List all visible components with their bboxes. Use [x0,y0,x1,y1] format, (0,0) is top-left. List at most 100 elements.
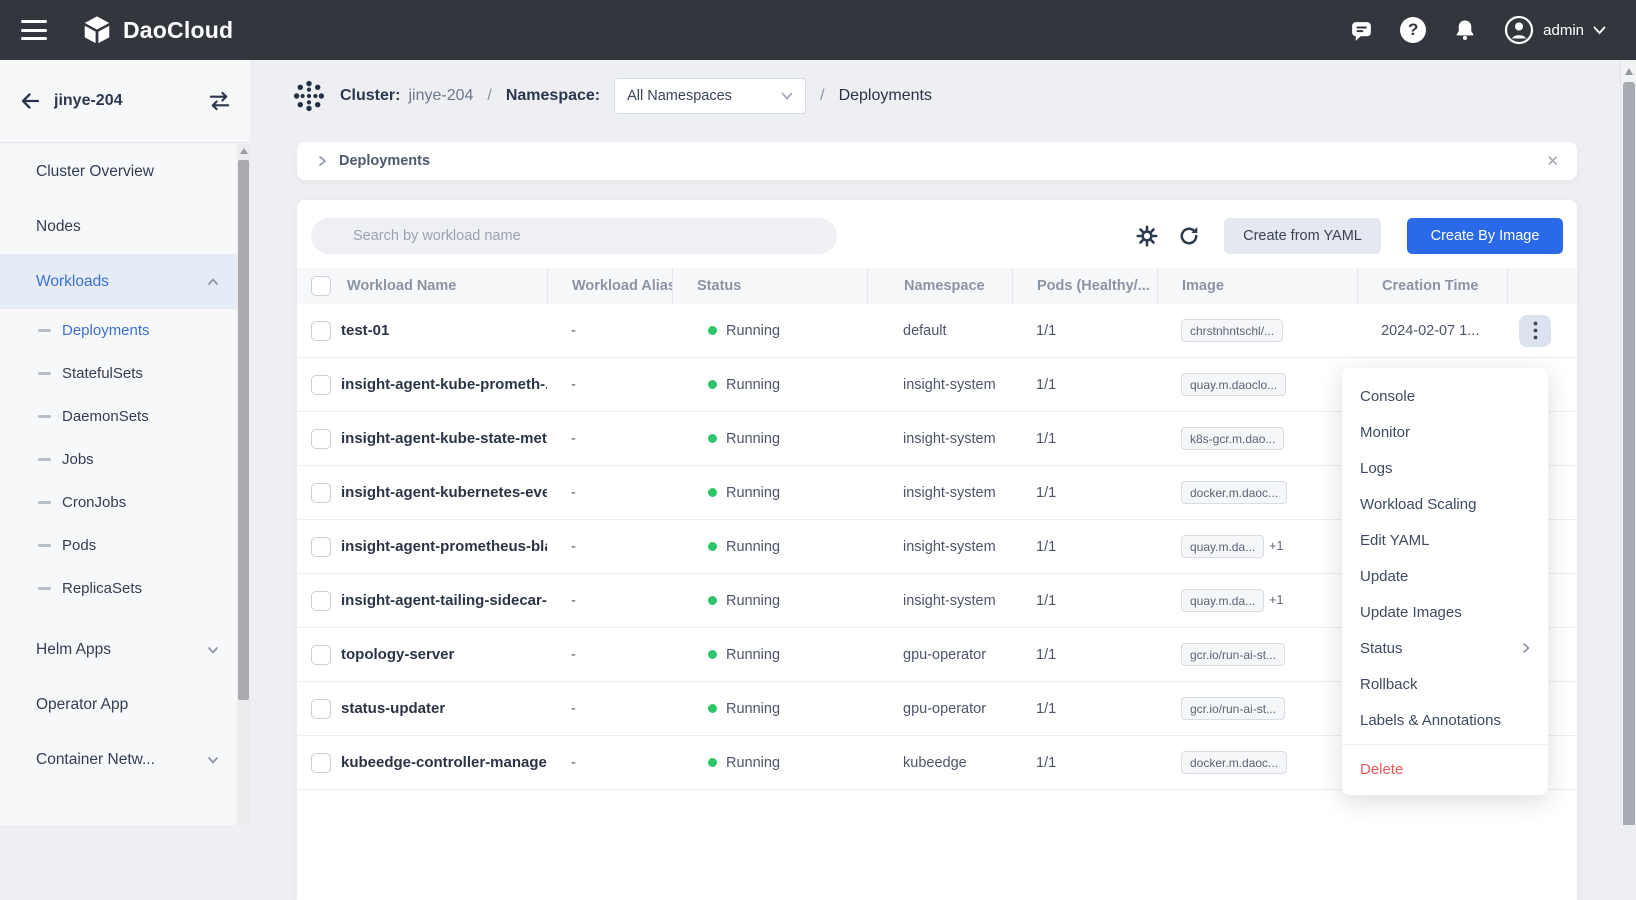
back-icon[interactable] [18,89,42,113]
row-checkbox[interactable] [311,753,331,773]
col-workload-name[interactable]: Workload Name [337,268,547,304]
close-icon[interactable]: ✕ [1546,152,1559,170]
bell-icon[interactable] [1452,17,1478,43]
page-scrollbar[interactable] [1620,60,1636,825]
user-menu[interactable]: admin [1504,15,1606,45]
menu-item-logs[interactable]: Logs [1342,450,1548,486]
create-by-image-button[interactable]: Create By Image [1407,218,1563,254]
username: admin [1543,22,1584,39]
dash-icon [38,544,51,547]
col-pods[interactable]: Pods (Healthy/... [1012,268,1157,304]
sidebar-item-daemonsets[interactable]: DaemonSets [0,395,250,438]
status-text: Running [726,485,780,501]
sidebar-item-cluster-overview[interactable]: Cluster Overview [0,144,250,199]
namespace-select[interactable]: All Namespaces [614,78,806,114]
hamburger-icon[interactable] [21,20,47,40]
dash-icon [38,329,51,332]
row-checkbox[interactable] [311,321,331,341]
image-tag: gcr.io/run-ai-st... [1181,697,1285,720]
col-creation-time[interactable]: Creation Time [1357,268,1507,304]
menu-item-rollback[interactable]: Rollback [1342,666,1548,702]
switch-cluster-icon[interactable] [207,90,232,112]
col-image[interactable]: Image [1157,268,1357,304]
image-tag: chrstnhntschl/... [1181,319,1283,342]
row-actions-button[interactable] [1519,315,1551,347]
col-workload-alias[interactable]: Workload Alias [547,268,672,304]
sidebar-item-replicasets[interactable]: ReplicaSets [0,567,250,610]
menu-item-delete[interactable]: Delete [1342,751,1548,787]
status-dot-icon [708,704,717,713]
kebab-icon [1533,321,1538,340]
col-namespace[interactable]: Namespace [867,268,1012,304]
menu-item-monitor[interactable]: Monitor [1342,414,1548,450]
search-input[interactable] [311,218,837,254]
table-row[interactable]: test-01 - Running default 1/1 chrstnhnts… [297,304,1577,358]
sidebar-item-workloads[interactable]: Workloads [0,254,250,309]
chevron-down-icon [206,753,220,767]
scroll-up-arrow[interactable] [240,148,248,154]
status-dot-icon [708,542,717,551]
sidebar-item-helm-apps[interactable]: Helm Apps [0,622,250,677]
sidebar-item-deployments[interactable]: Deployments [0,309,250,352]
image-tag: gcr.io/run-ai-st... [1181,643,1285,666]
chevron-right-icon [1520,642,1532,654]
status-text: Running [726,323,780,339]
namespace-select-value: All Namespaces [627,88,732,104]
menu-item-status[interactable]: Status [1342,630,1548,666]
menu-item-console[interactable]: Console [1342,378,1548,414]
menu-item-edit-yaml[interactable]: Edit YAML [1342,522,1548,558]
sidebar-item-cronjobs[interactable]: CronJobs [0,481,250,524]
row-checkbox[interactable] [311,429,331,449]
status-text: Running [726,377,780,393]
dash-icon [38,372,51,375]
sidebar-item-container-network[interactable]: Container Netw... [0,732,250,787]
avatar-icon [1504,15,1534,45]
scroll-up-arrow[interactable] [1625,68,1633,75]
menu-item-update[interactable]: Update [1342,558,1548,594]
dash-icon [38,501,51,504]
gear-icon[interactable] [1134,223,1160,249]
create-from-yaml-button[interactable]: Create from YAML [1224,218,1381,254]
image-tag: quay.m.daoclo... [1181,373,1286,396]
chat-icon[interactable] [1348,17,1374,43]
menu-item-labels-annotations[interactable]: Labels & Annotations [1342,702,1548,738]
row-checkbox[interactable] [311,591,331,611]
help-icon[interactable]: ? [1400,17,1426,43]
dash-icon [38,458,51,461]
col-status[interactable]: Status [672,268,867,304]
scrollbar-thumb[interactable] [238,160,249,700]
row-checkbox[interactable] [311,537,331,557]
row-checkbox[interactable] [311,483,331,503]
breadcrumb-page: Deployments [839,87,932,105]
cluster-dots-icon [292,79,326,113]
dash-icon [38,415,51,418]
tabbar[interactable]: Deployments ✕ [297,142,1577,180]
chevron-right-icon[interactable] [315,154,329,168]
menu-item-workload-scaling[interactable]: Workload Scaling [1342,486,1548,522]
sidebar-item-nodes[interactable]: Nodes [0,199,250,254]
image-tag: docker.m.daoc... [1181,751,1287,774]
image-tag: quay.m.da... [1181,589,1264,612]
row-checkbox[interactable] [311,699,331,719]
select-all-checkbox[interactable] [311,276,331,296]
row-checkbox[interactable] [311,375,331,395]
status-text: Running [726,701,780,717]
sidebar-item-jobs[interactable]: Jobs [0,438,250,481]
menu-item-update-images[interactable]: Update Images [1342,594,1548,630]
status-dot-icon [708,650,717,659]
refresh-icon[interactable] [1176,223,1202,249]
row-checkbox[interactable] [311,645,331,665]
sidebar-item-operator-app[interactable]: Operator App [0,677,250,732]
chevron-down-icon [1593,26,1606,35]
col-actions [1507,268,1577,304]
chevron-down-icon [781,92,793,101]
scrollbar-thumb[interactable] [1623,82,1635,825]
status-text: Running [726,593,780,609]
sidebar-item-pods[interactable]: Pods [0,524,250,567]
cluster-label: Cluster: [340,87,400,105]
sidebar-scrollbar[interactable] [237,144,250,825]
status-text: Running [726,431,780,447]
sidebar-item-statefulsets[interactable]: StatefulSets [0,352,250,395]
table-row-partial [297,790,1577,826]
status-dot-icon [708,326,717,335]
